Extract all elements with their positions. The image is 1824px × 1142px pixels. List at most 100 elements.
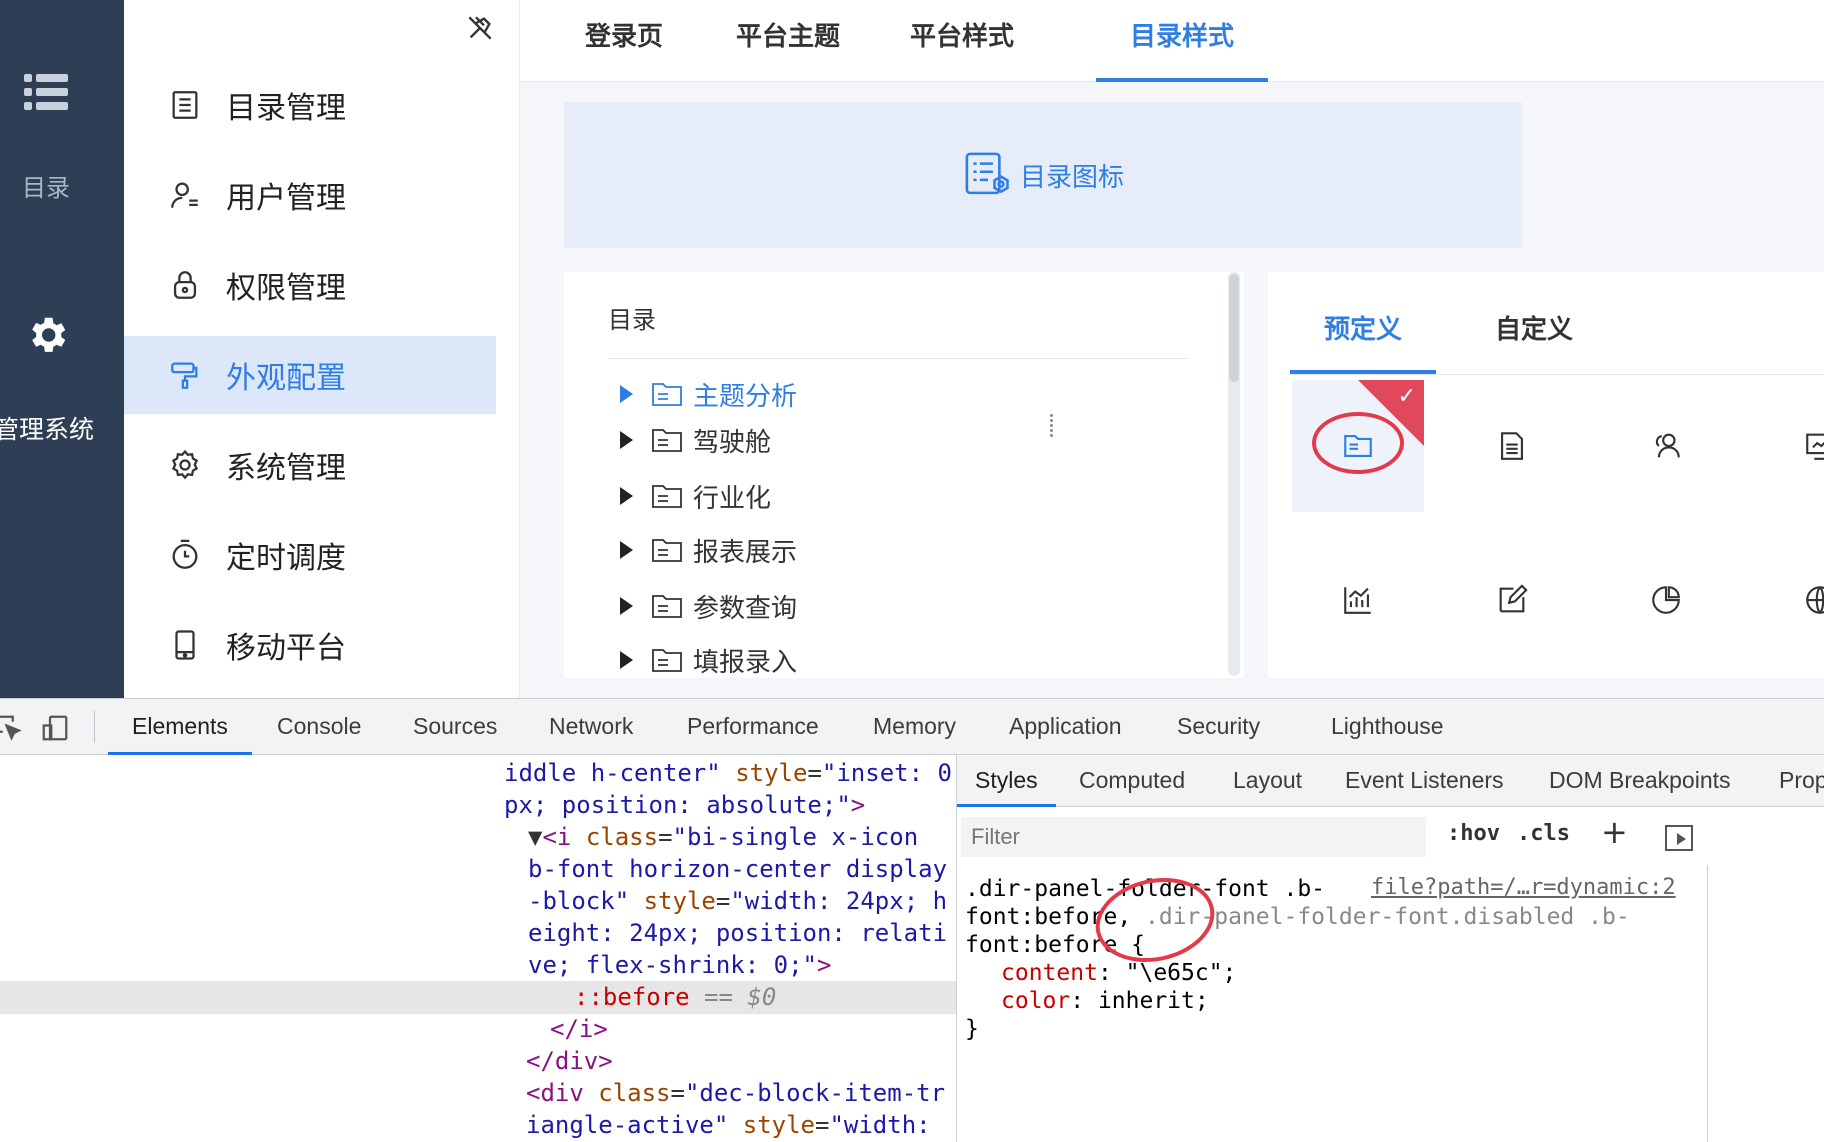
dom-line[interactable]: </i> [550, 1013, 956, 1046]
tree-item-label: 报表展示 [693, 537, 798, 568]
sidebar-item-mobile[interactable]: 移动平台 [124, 606, 496, 684]
dom-line[interactable]: iangle-active" style="width: [526, 1109, 956, 1142]
tree-item[interactable]: 填报录入 [564, 638, 797, 678]
devtools-tab-network[interactable]: Network [549, 699, 633, 755]
tree-item[interactable]: 行业化 [564, 474, 771, 518]
devtools-tab-application[interactable]: Application [1009, 699, 1122, 755]
directory-icon-banner: 目录图标 [564, 102, 1522, 248]
tree-item[interactable]: 驾驶舱 [564, 418, 771, 462]
elements-tree[interactable]: iddle h-center" style="inset: 0 px; posi… [0, 755, 956, 1142]
rail-catalog-label[interactable]: 目录 [22, 168, 70, 203]
rail-system-label[interactable]: 管理系统 [0, 410, 94, 446]
dom-line[interactable]: eight: 24px; position: relati [528, 917, 956, 950]
directory-scrollbar[interactable] [1228, 272, 1240, 676]
icon-option[interactable] [1600, 534, 1732, 666]
devtools-tab-memory[interactable]: Memory [873, 699, 956, 755]
tree-item-label: 主题分析 [693, 381, 798, 412]
styles-filter-input[interactable] [961, 817, 1426, 857]
css-property-name[interactable]: content [1001, 960, 1098, 986]
icon-option[interactable] [1292, 534, 1424, 666]
dom-line[interactable]: </div> [526, 1045, 956, 1078]
tree-item[interactable]: 报表展示 [564, 528, 797, 572]
css-selector-line[interactable]: font:before, .dir-panel-folder-font.disa… [965, 903, 1630, 931]
css-declaration[interactable]: content: "\e65c"; [1001, 959, 1236, 987]
expand-arrow-icon[interactable] [620, 431, 633, 449]
class-toggle[interactable]: .cls [1517, 821, 1570, 846]
tab-platform-theme[interactable]: 平台主题 [720, 0, 856, 82]
css-property-value[interactable]: : "\e65c"; [1098, 960, 1236, 986]
icon-option[interactable] [1446, 534, 1578, 666]
sidebar-item-label: 定时调度 [226, 541, 346, 576]
annotation-circle [1312, 412, 1404, 474]
dom-line[interactable]: iddle h-center" style="inset: 0 [504, 757, 956, 790]
unpin-icon[interactable] [464, 12, 496, 44]
styles-tab-bar: Styles Computed Layout Event Listeners D… [957, 755, 1824, 807]
sidebar-item-appearance[interactable]: 外观配置 [124, 336, 496, 414]
pie-chart-icon [1652, 586, 1680, 614]
tab-custom[interactable]: 自定义 [1464, 292, 1604, 374]
sidebar-item-label: 目录管理 [226, 91, 346, 126]
add-rule-icon[interactable]: + [1601, 813, 1628, 851]
styles-pane: Styles Computed Layout Event Listeners D… [957, 755, 1824, 1142]
icon-option[interactable] [1600, 380, 1732, 512]
toggle-sidebar-icon[interactable] [1665, 825, 1693, 851]
gear-icon[interactable] [24, 312, 70, 358]
folder-icon [652, 485, 682, 508]
mobile-icon [175, 630, 195, 660]
devtools-tab-console[interactable]: Console [277, 699, 361, 755]
icon-panel: 预定义 自定义 ✓ [1268, 272, 1824, 678]
tree-item[interactable]: 主题分析 [564, 372, 797, 416]
edit-icon [1499, 584, 1528, 613]
menu-list-icon[interactable] [24, 72, 68, 112]
catalog-settings-icon [965, 152, 1009, 195]
devtools-tab-performance[interactable]: Performance [687, 699, 819, 755]
icon-option[interactable] [1754, 380, 1824, 512]
sidebar-item-system[interactable]: 系统管理 [124, 426, 496, 504]
expand-arrow-icon[interactable] [620, 487, 633, 505]
icon-option[interactable] [1754, 534, 1824, 666]
styles-tab-computed[interactable]: Computed [1079, 755, 1185, 807]
tree-item[interactable]: 参数查询 [564, 584, 797, 628]
styles-tab-styles[interactable]: Styles [957, 755, 1056, 807]
dom-line-selected[interactable]: ::before == $0 [0, 981, 956, 1014]
tree-item-label: 参数查询 [693, 593, 798, 624]
expand-arrow-icon[interactable] [620, 385, 633, 403]
devtools-tab-lighthouse[interactable]: Lighthouse [1331, 699, 1444, 755]
dom-line[interactable]: ve; flex-shrink: 0;"> [528, 949, 956, 982]
inspect-element-icon[interactable] [0, 713, 24, 743]
styles-tab-event-listeners[interactable]: Event Listeners [1345, 755, 1504, 807]
tab-login-page[interactable]: 登录页 [564, 0, 684, 82]
styles-tab-dom-breakpoints[interactable]: DOM Breakpoints [1549, 755, 1731, 807]
sidebar-item-catalog[interactable]: 目录管理 [124, 66, 496, 144]
tab-predefined[interactable]: 预定义 [1290, 292, 1436, 374]
tab-directory-style[interactable]: 目录样式 [1096, 0, 1268, 82]
scrollbar-thumb[interactable] [1229, 274, 1239, 382]
css-declaration[interactable]: color: inherit; [1001, 987, 1209, 1015]
dom-line[interactable]: b-font horizon-center display [528, 853, 956, 886]
hover-state-toggle[interactable]: :hov [1447, 821, 1500, 846]
sidebar-item-scheduling[interactable]: 定时调度 [124, 516, 496, 594]
expand-arrow-icon[interactable] [620, 651, 633, 669]
device-toolbar-icon[interactable] [40, 713, 70, 743]
icon-option[interactable] [1446, 380, 1578, 512]
dom-line[interactable]: -block" style="width: 24px; h [528, 885, 956, 918]
dom-line[interactable]: ▼<i class="bi-single x-icon [528, 821, 956, 854]
sidebar-item-permissions[interactable]: 权限管理 [124, 246, 496, 324]
devtools-tab-sources[interactable]: Sources [413, 699, 497, 755]
styles-tab-layout[interactable]: Layout [1233, 755, 1302, 807]
resize-handle[interactable] [1048, 412, 1054, 442]
expand-arrow-icon[interactable] [620, 541, 633, 559]
expand-arrow-icon[interactable] [620, 597, 633, 615]
devtools-tab-security[interactable]: Security [1177, 699, 1260, 755]
folder-icon [652, 383, 682, 406]
style-source-link[interactable]: file?path=/…r=dynamic:2 [1371, 875, 1676, 900]
styles-tab-properties[interactable]: Prop [1779, 755, 1824, 807]
devtools-tab-elements[interactable]: Elements [108, 699, 252, 755]
check-icon: ✓ [1397, 384, 1416, 409]
dom-line[interactable]: px; position: absolute;"> [504, 789, 956, 822]
tab-platform-style[interactable]: 平台样式 [894, 0, 1030, 82]
css-property-value[interactable]: : inherit; [1070, 988, 1208, 1014]
dom-line[interactable]: <div class="dec-block-item-tr [526, 1077, 956, 1110]
sidebar-item-users[interactable]: 用户管理 [124, 156, 496, 234]
css-property-name[interactable]: color [1001, 988, 1070, 1014]
